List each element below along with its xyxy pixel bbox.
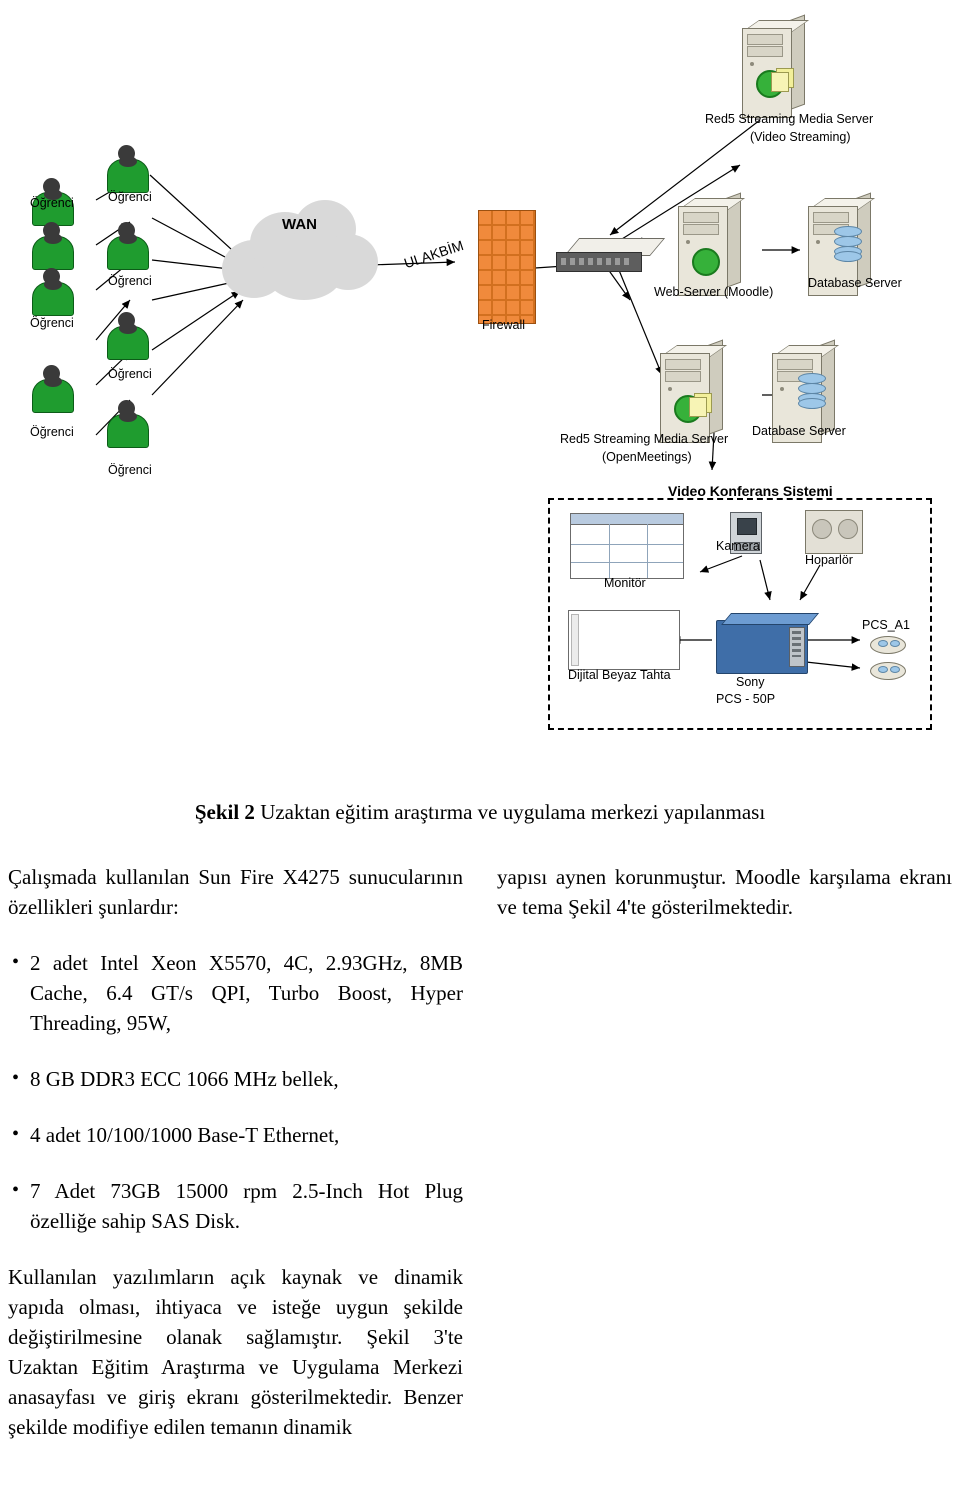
monitor-label: Monitör [604,576,646,590]
student-label: Öğrenci [108,190,152,204]
student-label: Öğrenci [30,196,74,210]
server-icon-red5-video [742,14,810,118]
figure-caption: Şekil 2 Uzaktan eğitim araştırma ve uygu… [0,800,960,825]
student-label: Öğrenci [30,425,74,439]
right-column: yapısı aynen korunmuştur. Moodle karşıla… [497,862,952,922]
codec-label: Sony [736,675,765,689]
video-conference-title: Video Konferans Sistemi [668,483,833,499]
student-icon [30,365,74,413]
student-label: Öğrenci [108,367,152,381]
pcs-disc-icon [870,662,906,680]
codec-label-sub: PCS - 50P [716,692,776,706]
server-label: Red5 Streaming Media Server [705,112,874,126]
figure-caption-text: Uzaktan eğitim araştırma ve uygulama mer… [260,800,766,824]
student-icon [105,222,149,270]
camera-label: Kamera [716,539,760,553]
spec-item: 4 adet 10/100/1000 Base-T Ethernet, [8,1119,463,1150]
whiteboard-icon [568,610,680,670]
network-switch-icon [556,238,666,272]
server-icon-red5-openmeetings [660,339,728,443]
student-label: Öğrenci [108,463,152,477]
spec-item: 7 Adet 73GB 15000 rpm 2.5-Inch Hot Plug … [8,1175,463,1236]
server-label-sub: (Video Streaming) [750,130,851,144]
server-label-sub: (OpenMeetings) [602,450,692,464]
speaker-label: Hoparlör [805,553,853,567]
figure-number: Şekil 2 [194,800,255,824]
server-label: Red5 Streaming Media Server [560,432,729,446]
spec-list: 2 adet Intel Xeon X5570, 4C, 2.93GHz, 8M… [8,947,463,1236]
speaker-icon [805,510,863,554]
pcs-label: PCS_A1 [862,618,910,632]
left-column: Çalışmada kullanılan Sun Fire X4275 sunu… [8,862,463,1442]
firewall-label: Firewall [482,318,526,332]
whiteboard-label: Dijital Beyaz Tahta [568,668,671,682]
student-icon [30,222,74,270]
spec-item: 8 GB DDR3 ECC 1066 MHz bellek, [8,1063,463,1094]
student-label: Öğrenci [30,316,74,330]
left-intro-paragraph: Çalışmada kullanılan Sun Fire X4275 sunu… [8,865,463,919]
student-icon [105,312,149,360]
codec-icon [716,613,820,674]
server-icon-web-moodle [678,192,746,296]
wan-label: WAN [282,216,317,233]
server-label: Database Server [752,424,846,438]
spec-item: 2 adet Intel Xeon X5570, 4C, 2.93GHz, 8M… [8,947,463,1038]
student-icon [30,268,74,316]
network-diagram: Öğrenci Öğrenci Öğrenci Öğrenci Öğrenci … [0,0,960,760]
pcs-disc-icon [870,636,906,654]
server-label: Web-Server (Moodle) [654,285,774,299]
monitor-icon [570,513,684,579]
left-body-paragraph: Kullanılan yazılımların açık kaynak ve d… [8,1265,463,1439]
firewall-icon [478,210,536,324]
student-icon [105,400,149,448]
server-label: Database Server [808,276,902,290]
student-icon [105,145,149,193]
right-body-paragraph: yapısı aynen korunmuştur. Moodle karşıla… [497,865,952,919]
student-label: Öğrenci [108,274,152,288]
